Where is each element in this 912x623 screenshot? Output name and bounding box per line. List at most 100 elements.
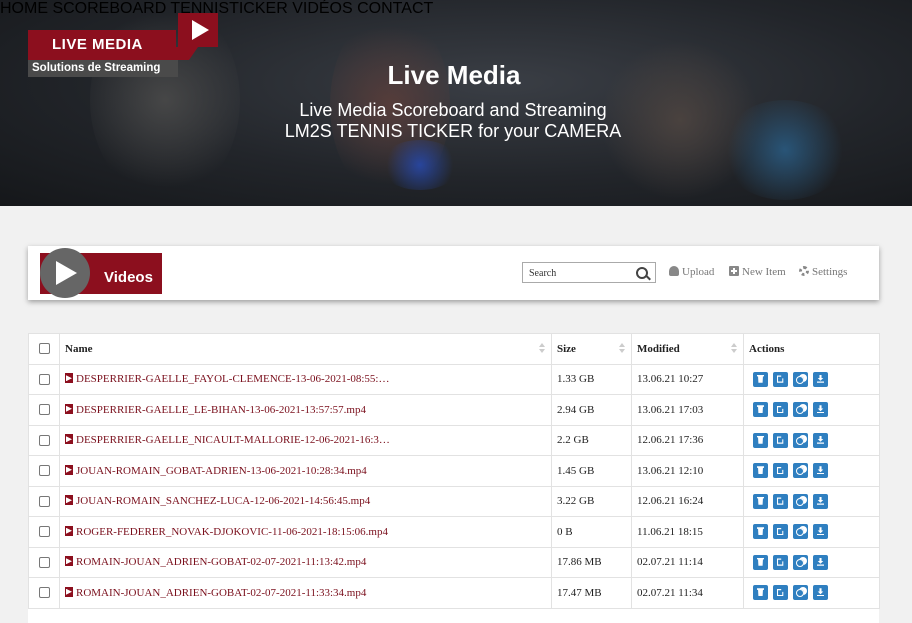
download-icon[interactable] <box>813 493 828 509</box>
settings-button[interactable]: Settings <box>799 266 847 278</box>
sort-icon <box>731 343 737 354</box>
link-icon[interactable] <box>793 585 808 601</box>
table-row[interactable]: DESPERRIER-GAELLE_FAYOL-CLEMENCE-13-06-2… <box>28 363 880 395</box>
table-row[interactable]: ROMAIN-JOUAN_ADRIEN-GOBAT-02-07-2021-11:… <box>28 577 880 609</box>
search-icon[interactable] <box>636 267 648 279</box>
trash-icon[interactable] <box>753 371 768 387</box>
download-icon[interactable] <box>813 463 828 479</box>
column-header-name[interactable]: Name <box>59 333 552 365</box>
trash-icon[interactable] <box>753 493 768 509</box>
download-icon[interactable] <box>813 402 828 418</box>
row-checkbox[interactable] <box>38 404 50 416</box>
file-size-cell: 0 B <box>551 516 632 548</box>
trash-icon[interactable] <box>753 432 768 448</box>
actions-cell <box>743 546 880 578</box>
table-row[interactable]: DESPERRIER-GAELLE_LE-BIHAN-13-06-2021-13… <box>28 394 880 426</box>
file-size-cell: 1.45 GB <box>551 455 632 487</box>
trash-icon[interactable] <box>753 524 768 540</box>
link-icon[interactable] <box>793 463 808 479</box>
table-header-row: Name Size Modified Actions <box>28 333 880 365</box>
file-video-icon <box>65 464 73 475</box>
file-name-link[interactable]: JOUAN-ROMAIN_SANCHEZ-LUCA-12-06-2021-14:… <box>76 495 370 507</box>
actions-cell <box>743 424 880 456</box>
file-name-cell[interactable]: JOUAN-ROMAIN_GOBAT-ADRIEN-13-06-2021-10:… <box>59 455 552 487</box>
row-checkbox[interactable] <box>38 465 50 477</box>
file-name-link[interactable]: ROGER-FEDERER_NOVAK-DJOKOVIC-11-06-2021-… <box>76 526 388 538</box>
edit-icon[interactable] <box>773 493 788 509</box>
upload-button[interactable]: Upload <box>669 266 714 278</box>
download-icon[interactable] <box>813 585 828 601</box>
row-checkbox[interactable] <box>38 526 50 538</box>
edit-icon[interactable] <box>773 585 788 601</box>
link-icon[interactable] <box>793 554 808 570</box>
actions-cell <box>743 577 880 609</box>
table-row[interactable]: JOUAN-ROMAIN_SANCHEZ-LUCA-12-06-2021-14:… <box>28 485 880 517</box>
file-size-cell: 1.33 GB <box>551 363 632 395</box>
file-name-cell[interactable]: DESPERRIER-GAELLE_FAYOL-CLEMENCE-13-06-2… <box>59 363 552 395</box>
file-video-icon <box>65 403 73 414</box>
row-checkbox[interactable] <box>38 434 50 446</box>
edit-icon[interactable] <box>773 371 788 387</box>
row-checkbox[interactable] <box>38 587 50 599</box>
edit-icon[interactable] <box>773 554 788 570</box>
file-name-link[interactable]: ROMAIN-JOUAN_ADRIEN-GOBAT-02-07-2021-11:… <box>76 587 366 599</box>
edit-icon[interactable] <box>773 524 788 540</box>
hero-banner: LIVE MEDIA Solutions de Streaming HOME S… <box>0 0 912 206</box>
column-header-actions: Actions <box>743 333 880 365</box>
trash-icon[interactable] <box>753 463 768 479</box>
plus-icon <box>729 266 739 276</box>
file-video-icon <box>65 373 73 384</box>
link-icon[interactable] <box>793 402 808 418</box>
file-name-link[interactable]: JOUAN-ROMAIN_GOBAT-ADRIEN-13-06-2021-10:… <box>76 465 367 477</box>
table-row[interactable]: ROGER-FEDERER_NOVAK-DJOKOVIC-11-06-2021-… <box>28 516 880 548</box>
column-header-size[interactable]: Size <box>551 333 632 365</box>
hero-subtitle-1: Live Media Scoreboard and Streaming <box>299 100 607 120</box>
file-modified-cell: 13.06.21 12:10 <box>631 455 744 487</box>
file-modified-cell: 11.06.21 18:15 <box>631 516 744 548</box>
file-name-cell[interactable]: DESPERRIER-GAELLE_LE-BIHAN-13-06-2021-13… <box>59 394 552 426</box>
trash-icon[interactable] <box>753 402 768 418</box>
row-checkbox[interactable] <box>38 495 50 507</box>
new-item-button[interactable]: New Item <box>729 266 786 278</box>
file-size-cell: 3.22 GB <box>551 485 632 517</box>
nav-videos[interactable]: VIDÉOS <box>292 0 352 17</box>
row-checkbox[interactable] <box>38 373 50 385</box>
download-icon[interactable] <box>813 432 828 448</box>
link-icon[interactable] <box>793 432 808 448</box>
file-name-cell[interactable]: ROMAIN-JOUAN_ADRIEN-GOBAT-02-07-2021-11:… <box>59 546 552 578</box>
file-video-icon <box>65 525 73 536</box>
file-name-link[interactable]: DESPERRIER-GAELLE_NICAULT-MALLORIE-12-06… <box>76 434 390 446</box>
file-name-cell[interactable]: JOUAN-ROMAIN_SANCHEZ-LUCA-12-06-2021-14:… <box>59 485 552 517</box>
link-icon[interactable] <box>793 371 808 387</box>
edit-icon[interactable] <box>773 463 788 479</box>
hero-subtitle-2: LM2S TENNIS TICKER for your CAMERA <box>284 121 622 141</box>
trash-icon[interactable] <box>753 585 768 601</box>
link-icon[interactable] <box>793 524 808 540</box>
edit-icon[interactable] <box>773 402 788 418</box>
trash-icon[interactable] <box>753 554 768 570</box>
download-icon[interactable] <box>813 554 828 570</box>
select-all-checkbox[interactable] <box>38 343 50 355</box>
download-icon[interactable] <box>813 371 828 387</box>
column-header-modified[interactable]: Modified <box>631 333 744 365</box>
row-checkbox[interactable] <box>38 556 50 568</box>
search-input[interactable] <box>523 264 637 283</box>
file-name-cell[interactable]: ROGER-FEDERER_NOVAK-DJOKOVIC-11-06-2021-… <box>59 516 552 548</box>
file-modified-cell: 02.07.21 11:34 <box>631 577 744 609</box>
file-size-cell: 2.2 GB <box>551 424 632 456</box>
file-modified-cell: 12.06.21 16:24 <box>631 485 744 517</box>
download-icon[interactable] <box>813 524 828 540</box>
file-name-cell[interactable]: ROMAIN-JOUAN_ADRIEN-GOBAT-02-07-2021-11:… <box>59 577 552 609</box>
sort-icon <box>619 343 625 354</box>
file-name-link[interactable]: DESPERRIER-GAELLE_LE-BIHAN-13-06-2021-13… <box>76 404 366 416</box>
table-row[interactable]: DESPERRIER-GAELLE_NICAULT-MALLORIE-12-06… <box>28 424 880 456</box>
edit-icon[interactable] <box>773 432 788 448</box>
actions-cell <box>743 394 880 426</box>
table-row[interactable]: JOUAN-ROMAIN_GOBAT-ADRIEN-13-06-2021-10:… <box>28 455 880 487</box>
file-name-link[interactable]: DESPERRIER-GAELLE_FAYOL-CLEMENCE-13-06-2… <box>76 373 389 385</box>
actions-cell <box>743 516 880 548</box>
file-name-cell[interactable]: DESPERRIER-GAELLE_NICAULT-MALLORIE-12-06… <box>59 424 552 456</box>
file-name-link[interactable]: ROMAIN-JOUAN_ADRIEN-GOBAT-02-07-2021-11:… <box>76 556 366 568</box>
link-icon[interactable] <box>793 493 808 509</box>
table-row[interactable]: ROMAIN-JOUAN_ADRIEN-GOBAT-02-07-2021-11:… <box>28 546 880 578</box>
